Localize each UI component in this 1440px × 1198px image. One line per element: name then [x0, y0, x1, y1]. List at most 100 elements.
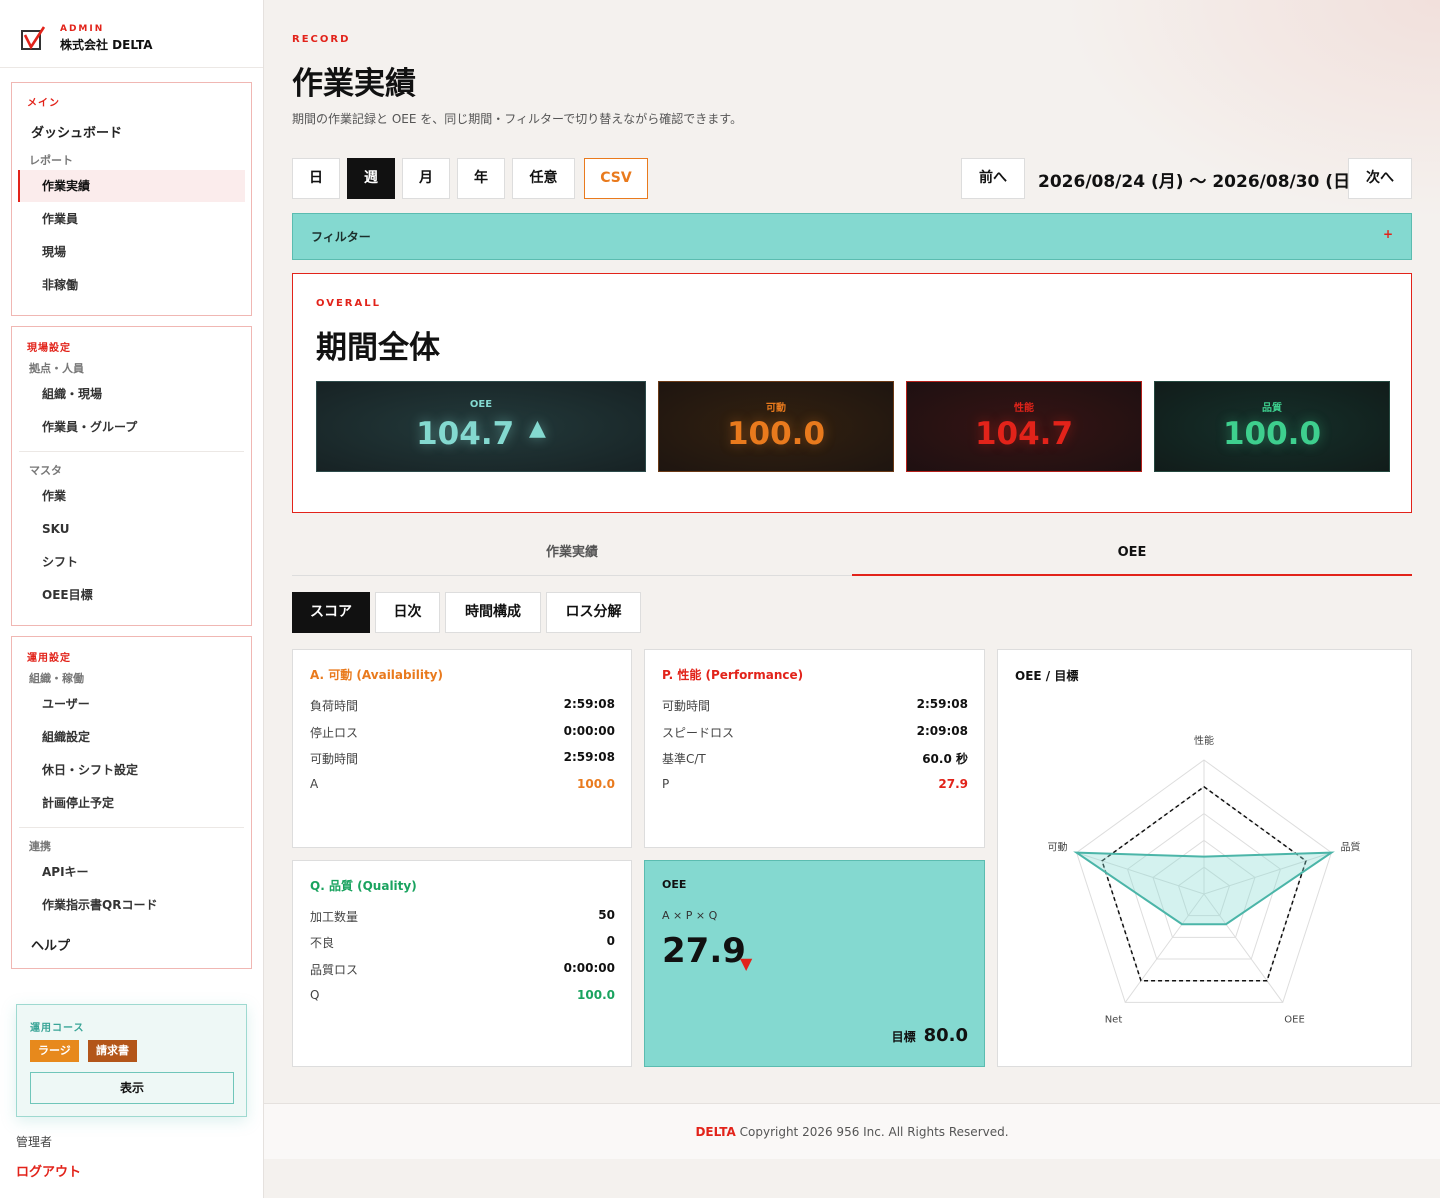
sidebar-item-worker-group[interactable]: 作業員・グループ	[18, 411, 245, 443]
sidebar: ADMIN 株式会社 DELTA メイン ダッシュボード レポート 作業実績 作…	[0, 0, 264, 1198]
filter-label: フィルター	[311, 230, 371, 244]
trend-up-icon: ▲	[528, 416, 546, 441]
page-title: 作業実績	[292, 66, 416, 102]
card-title: A. 可動 (Availability)	[310, 668, 443, 682]
plan-panel: 運用コース ラージ 請求書 表示	[16, 1004, 247, 1117]
page-description: 期間の作業記録と OEE を、同じ期間・フィルターで切り替えながら確認できます。	[292, 112, 743, 126]
sidebar-item-sites[interactable]: 現場	[18, 236, 245, 268]
sidebar-item-non-operation[interactable]: 非稼働	[18, 269, 245, 301]
main-content: RECORD 作業実績 期間の作業記録と OEE を、同じ期間・フィルターで切り…	[264, 0, 1440, 1198]
radar-axis-label: 性能	[1194, 734, 1214, 747]
footer: DELTA Copyright 2026 956 Inc. All Rights…	[264, 1103, 1440, 1159]
metric-row: 基準C/T 60.0 秒	[662, 752, 968, 766]
nav-group-master: マスタ	[29, 464, 62, 477]
nav-group-base: 拠点・人員	[29, 362, 84, 375]
radar-axis-label: Net	[1105, 1015, 1123, 1026]
sidebar-item-holiday-shift[interactable]: 休日・シフト設定	[18, 754, 245, 786]
tab-oee[interactable]: OEE	[852, 533, 1412, 576]
radar-axis-label: OEE	[1284, 1015, 1305, 1026]
page-tag: RECORD	[292, 34, 351, 45]
divider	[19, 827, 244, 828]
kpi-value: 104.7 ▲	[416, 416, 546, 452]
nav-group-org: 組織・稼働	[29, 672, 84, 685]
nav-section-site: 現場設定 拠点・人員 組織・現場 作業員・グループ マスタ 作業 SKU シフト…	[11, 326, 252, 626]
kpi-label: 性能	[1014, 403, 1034, 414]
metric-row: 停止ロス 0:00:00	[310, 724, 615, 740]
chart-title: OEE / 目標	[1015, 669, 1079, 683]
quality-card: Q. 品質 (Quality) 加工数量 50 不良 0 品質ロス 0:00:00 Q…	[292, 860, 632, 1067]
next-period-button[interactable]: 次へ	[1348, 158, 1412, 199]
trend-down-icon: ▼	[740, 954, 753, 973]
radar-actual-series	[1073, 851, 1335, 926]
sidebar-item-planned-stop[interactable]: 計画停止予定	[18, 787, 245, 819]
kpi-label: OEE	[469, 399, 493, 410]
period-week-button[interactable]: 週	[347, 158, 395, 199]
metric-row: 負荷時間 2:59:08	[310, 697, 615, 713]
oee-target: 目標 80.0	[891, 1025, 968, 1046]
sidebar-item-sku[interactable]: SKU	[18, 513, 245, 545]
oee-formula: A × P × Q	[662, 909, 718, 922]
availability-card: A. 可動 (Availability) 負荷時間 2:59:08 停止ロス 0:0…	[292, 649, 632, 848]
sidebar-item-org-site[interactable]: 組織・現場	[18, 378, 245, 410]
kpi-availability: 可動 100.0	[658, 381, 894, 472]
metric-row: P 27.9	[662, 777, 968, 791]
kpi-value: 100.0	[726, 416, 826, 452]
sidebar-item-oee-target[interactable]: OEE目標	[18, 579, 245, 611]
overall-panel: OVERALL 期間全体 OEE 104.7 ▲ 可動 100.0 性能 104…	[292, 273, 1412, 513]
metric-row: 不良 0	[310, 934, 615, 950]
period-day-button[interactable]: 日	[292, 158, 340, 199]
radar-chart-card: OEE / 目標 性能 品質 OEE Net 可動	[997, 649, 1412, 1067]
csv-button[interactable]: CSV	[584, 158, 648, 199]
sidebar-item-qr-code[interactable]: 作業指示書QRコード	[18, 889, 245, 921]
date-range: 2026/08/24 (月) 〜 2026/08/30 (日)	[1038, 172, 1358, 192]
sidebar-item-org-settings[interactable]: 組織設定	[18, 721, 245, 753]
metric-row: スピードロス 2:09:08	[662, 724, 968, 740]
tab-work-records[interactable]: 作業実績	[292, 533, 852, 576]
sidebar-item-work-records[interactable]: 作業実績	[18, 170, 245, 202]
metric-row: 加工数量 50	[310, 908, 615, 924]
overall-title: 期間全体	[316, 330, 440, 366]
nav-section-ops: 運用設定 組織・稼働 ユーザー 組織設定 休日・シフト設定 計画停止予定 連携 …	[11, 636, 252, 969]
sidebar-item-tasks[interactable]: 作業	[18, 480, 245, 512]
expand-plus-icon[interactable]: +	[1383, 227, 1393, 241]
copyright: Copyright 2026 956 Inc. All Rights Reser…	[739, 1125, 1009, 1139]
period-year-button[interactable]: 年	[457, 158, 505, 199]
kpi-performance: 性能 104.7	[906, 381, 1142, 472]
kpi-quality: 品質 100.0	[1154, 381, 1390, 472]
overall-tag: OVERALL	[316, 298, 381, 309]
sidebar-item-shift[interactable]: シフト	[18, 546, 245, 578]
subtab-time-breakdown[interactable]: 時間構成	[445, 592, 541, 633]
oee-value: 27.9	[662, 931, 746, 971]
brand[interactable]: ADMIN 株式会社 DELTA	[20, 18, 153, 58]
nav-section-title: 現場設定	[27, 343, 71, 354]
metric-row: 可動時間 2:59:08	[662, 697, 968, 713]
radar-chart: 性能品質 OEE Net 可動	[1048, 734, 1361, 1026]
period-month-button[interactable]: 月	[402, 158, 450, 199]
metric-row: 品質ロス 0:00:00	[310, 961, 615, 977]
filter-bar[interactable]: フィルター +	[292, 213, 1412, 260]
sidebar-item-workers[interactable]: 作業員	[18, 203, 245, 235]
view-tabs: 作業実績 OEE	[292, 533, 1412, 576]
logout-link[interactable]: ログアウト	[16, 1161, 81, 1180]
brand-tag: ADMIN	[60, 23, 105, 34]
kpi-value: 100.0	[1222, 416, 1322, 452]
show-button[interactable]: 表示	[30, 1072, 234, 1104]
subtab-score[interactable]: スコア	[292, 592, 370, 633]
subtab-loss-breakdown[interactable]: ロス分解	[546, 592, 641, 633]
divider	[0, 67, 263, 68]
performance-card: P. 性能 (Performance) 可動時間 2:59:08 スピードロス 2:…	[644, 649, 985, 848]
metric-row: Q 100.0	[310, 988, 615, 1002]
sidebar-item-api-key[interactable]: APIキー	[18, 856, 245, 888]
prev-period-button[interactable]: 前へ	[961, 158, 1025, 199]
company-name: 株式会社 DELTA	[60, 37, 153, 52]
period-custom-button[interactable]: 任意	[512, 158, 575, 199]
footer-brand: DELTA	[695, 1125, 736, 1139]
sidebar-item-users[interactable]: ユーザー	[18, 688, 245, 720]
divider	[19, 451, 244, 452]
card-title: P. 性能 (Performance)	[662, 668, 804, 682]
sidebar-item-help[interactable]: ヘルプ	[31, 935, 70, 954]
subtab-daily[interactable]: 日次	[375, 592, 440, 633]
nav-group-report: レポート	[29, 154, 73, 167]
sidebar-item-dashboard[interactable]: ダッシュボード	[31, 122, 122, 141]
plan-title: 運用コース	[30, 1023, 85, 1034]
